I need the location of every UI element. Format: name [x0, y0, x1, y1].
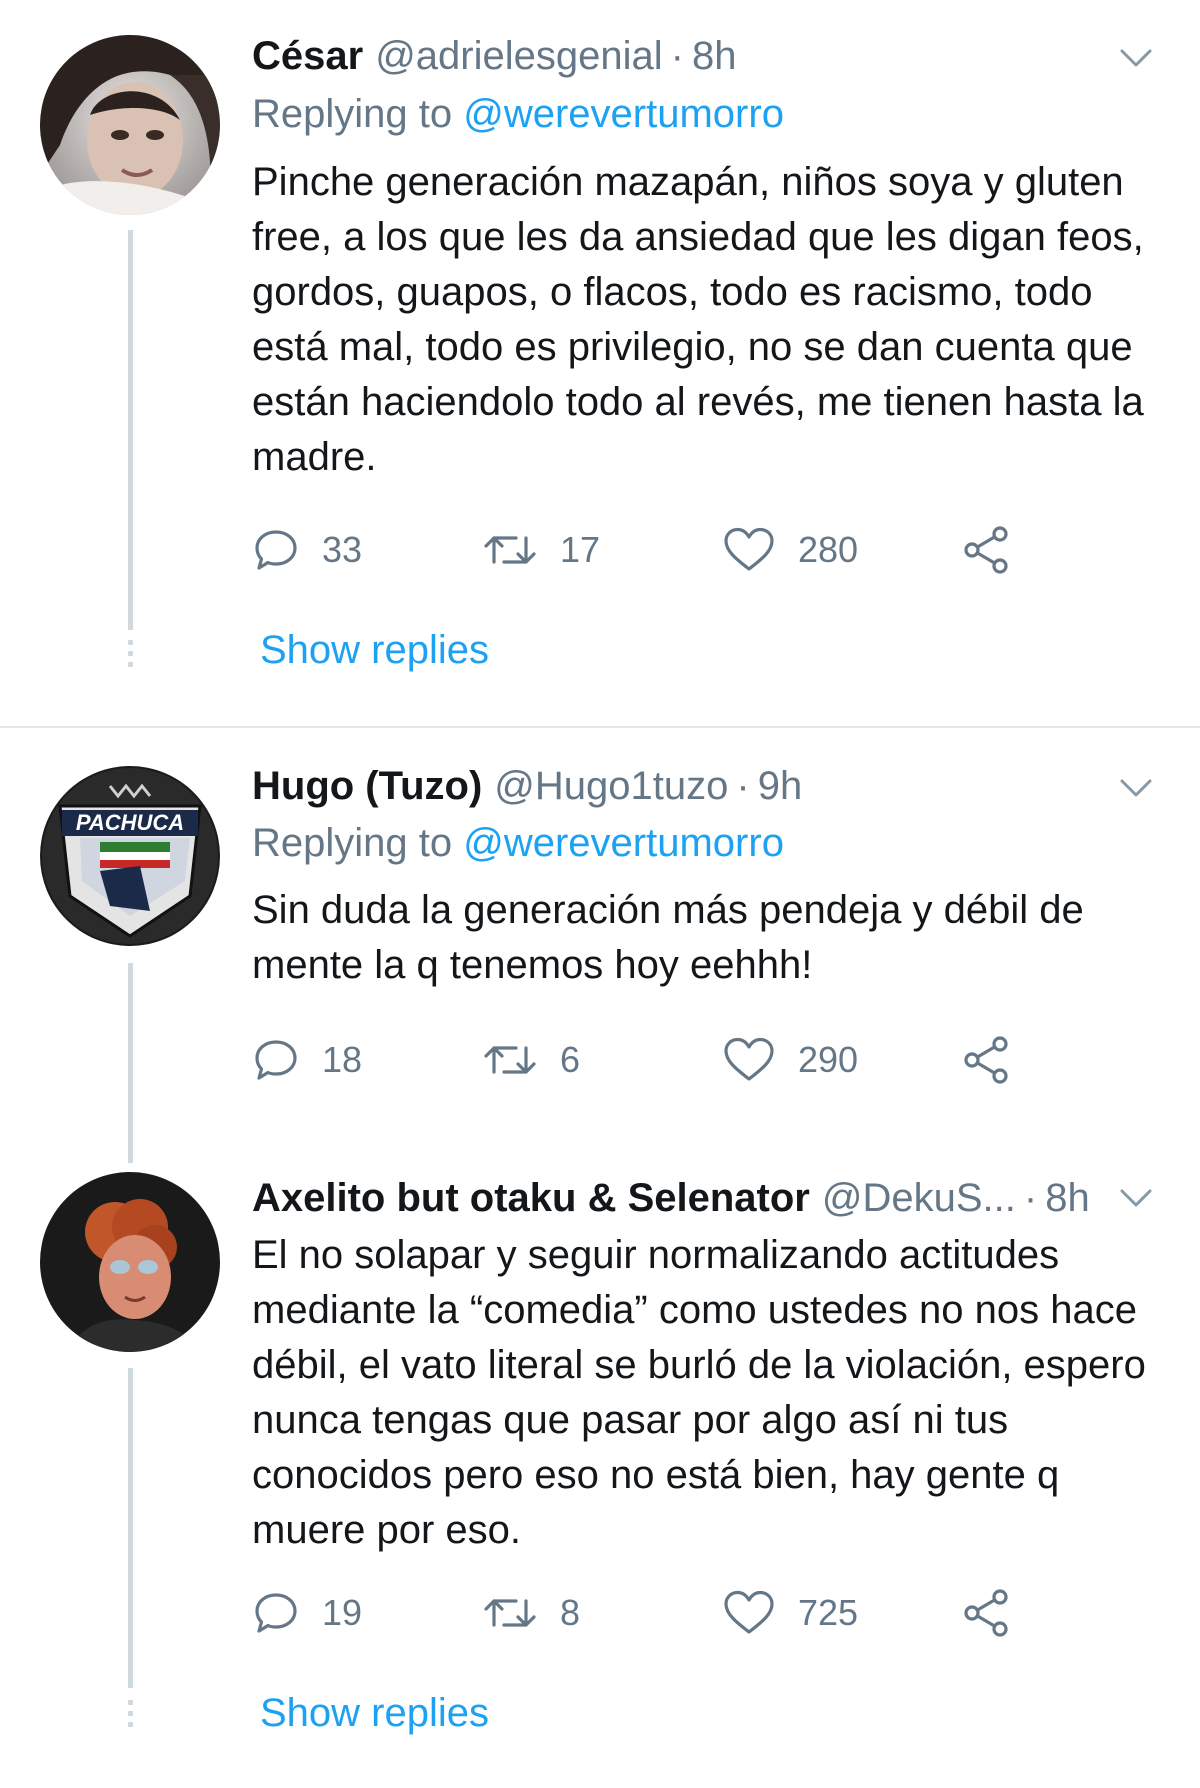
- reply-icon: [255, 1040, 297, 1080]
- chevron-down-icon[interactable]: [1116, 768, 1156, 808]
- display-name[interactable]: Hugo (Tuzo): [252, 764, 482, 809]
- display-name[interactable]: Axelito but otaku & Selenator: [252, 1176, 810, 1221]
- separator-dot: ·: [1023, 1175, 1038, 1220]
- share-icon: [964, 1589, 1008, 1637]
- retweet-count: 6: [560, 1039, 581, 1080]
- like-count: 280: [798, 529, 859, 570]
- replying-to: Replying to @werevertumorro: [252, 92, 784, 137]
- like-icon: [724, 1590, 774, 1634]
- chevron-down-icon[interactable]: [1116, 1178, 1156, 1218]
- reply-count: 18: [322, 1039, 363, 1080]
- retweet-button[interactable]: 17: [482, 520, 600, 580]
- like-icon: [724, 527, 774, 571]
- retweet-count: 17: [560, 529, 601, 570]
- user-handle[interactable]: @Hugo1tuzo: [494, 764, 728, 809]
- reply-icon: [255, 1593, 297, 1633]
- thread-line: [128, 963, 133, 1163]
- share-button[interactable]: [962, 1030, 1012, 1090]
- reply-icon: [255, 530, 297, 570]
- retweet-icon: [484, 1046, 536, 1074]
- like-count: 290: [798, 1039, 859, 1080]
- mention-link[interactable]: @werevertumorro: [463, 821, 784, 865]
- tweet-1[interactable]: César @adrielesgenial · 8h Replying to @…: [0, 0, 1200, 725]
- like-button[interactable]: 725: [722, 1583, 858, 1643]
- timestamp[interactable]: 8h: [692, 34, 737, 79]
- retweet-icon: [484, 1599, 536, 1627]
- replying-to: Replying to @werevertumorro: [252, 821, 784, 866]
- tweet-2[interactable]: PACHUCA Hugo (Tuzo) @Hugo1tuzo · 9h Repl…: [0, 728, 1200, 1163]
- like-icon: [724, 1037, 774, 1081]
- tweet-actions: 18 6 290: [252, 1030, 1052, 1090]
- timestamp[interactable]: 8h: [1045, 1176, 1090, 1221]
- tweet-text: El no solapar y seguir normalizando acti…: [252, 1233, 1146, 1552]
- replying-prefix: Replying to: [252, 821, 453, 865]
- thread-more-dots: [126, 1700, 134, 1727]
- user-handle[interactable]: @adrielesgenial: [375, 34, 662, 79]
- show-replies-link[interactable]: Show replies: [260, 628, 489, 673]
- reply-button[interactable]: 19: [252, 1583, 362, 1643]
- chevron-down-icon[interactable]: [1116, 38, 1156, 78]
- replying-prefix: Replying to: [252, 92, 453, 136]
- reply-count: 33: [322, 529, 363, 570]
- tweet-3[interactable]: Axelito but otaku & Selenator @DekuS... …: [0, 1148, 1200, 1788]
- tweet-actions: 33 17 280: [252, 520, 1052, 580]
- svg-text:PACHUCA: PACHUCA: [76, 810, 184, 835]
- share-icon: [964, 526, 1008, 574]
- share-icon: [964, 1036, 1008, 1084]
- avatar-axelito[interactable]: [40, 1172, 220, 1352]
- show-replies-link[interactable]: Show replies: [260, 1691, 489, 1736]
- tweet-header: Axelito but otaku & Selenator @DekuS... …: [252, 1170, 1160, 1226]
- thread-line: [128, 1368, 133, 1688]
- display-name[interactable]: César: [252, 34, 363, 79]
- thread-line: [128, 230, 133, 630]
- share-button[interactable]: [962, 520, 1012, 580]
- avatar-cesar[interactable]: [40, 35, 220, 215]
- user-handle[interactable]: @DekuS...: [822, 1176, 1016, 1221]
- avatar-hugo[interactable]: PACHUCA: [40, 766, 220, 946]
- timestamp[interactable]: 9h: [758, 764, 803, 809]
- retweet-count: 8: [560, 1592, 581, 1633]
- share-button[interactable]: [962, 1583, 1012, 1643]
- tweet-text: Pinche generación mazapán, niños soya y …: [252, 160, 1144, 479]
- separator-dot: ·: [670, 33, 684, 78]
- reply-button[interactable]: 18: [252, 1030, 362, 1090]
- separator-dot: ·: [736, 763, 750, 808]
- like-button[interactable]: 290: [722, 1030, 858, 1090]
- mention-link[interactable]: @werevertumorro: [463, 92, 784, 136]
- retweet-button[interactable]: 8: [482, 1583, 580, 1643]
- like-button[interactable]: 280: [722, 520, 858, 580]
- reply-button[interactable]: 33: [252, 520, 362, 580]
- retweet-button[interactable]: 6: [482, 1030, 580, 1090]
- tweet-header: Hugo (Tuzo) @Hugo1tuzo · 9h: [252, 758, 1160, 814]
- thread-more-dots: [126, 640, 134, 667]
- tweet-text: Sin duda la generación más pendeja y déb…: [252, 888, 1084, 987]
- reply-count: 19: [322, 1592, 363, 1633]
- like-count: 725: [798, 1592, 859, 1633]
- retweet-icon: [484, 536, 536, 564]
- tweet-header: César @adrielesgenial · 8h: [252, 28, 1160, 84]
- tweet-actions: 19 8 725: [252, 1583, 1052, 1643]
